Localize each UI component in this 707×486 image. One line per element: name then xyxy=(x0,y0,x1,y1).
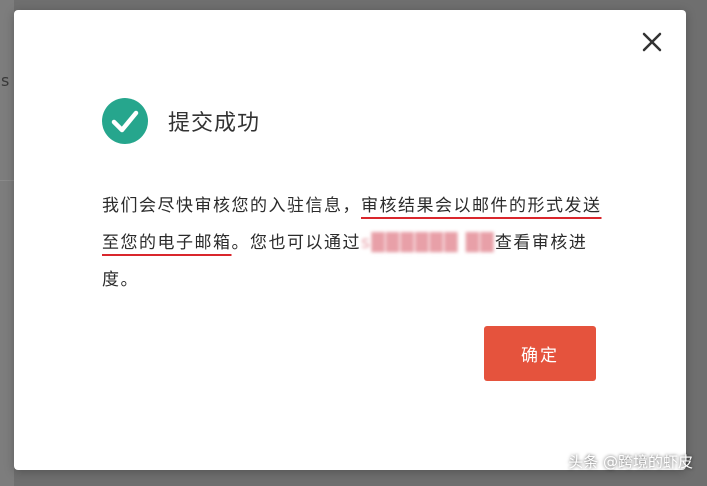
background-text: s xyxy=(1,71,10,90)
check-circle-icon xyxy=(102,98,148,144)
close-button[interactable] xyxy=(640,30,664,54)
confirm-button[interactable]: 确定 xyxy=(484,326,596,381)
close-icon xyxy=(642,32,662,52)
redacted-link[interactable]: s██████ ██ xyxy=(361,233,495,253)
success-dialog: 提交成功 我们会尽快审核您的入驻信息，审核结果会以邮件的形式发送至您的电子邮箱。… xyxy=(14,10,686,470)
dialog-header: 提交成功 xyxy=(102,98,260,144)
message-part-2: 。您也可以通过 xyxy=(231,233,361,253)
dialog-message: 我们会尽快审核您的入驻信息，审核结果会以邮件的形式发送至您的电子邮箱。您也可以通… xyxy=(102,188,602,299)
message-part-1: 我们会尽快审核您的入驻信息， xyxy=(102,196,361,216)
dialog-title: 提交成功 xyxy=(168,111,261,136)
background-divider xyxy=(0,180,14,181)
watermark: 头条 @跨境的虾皮 xyxy=(568,453,693,471)
